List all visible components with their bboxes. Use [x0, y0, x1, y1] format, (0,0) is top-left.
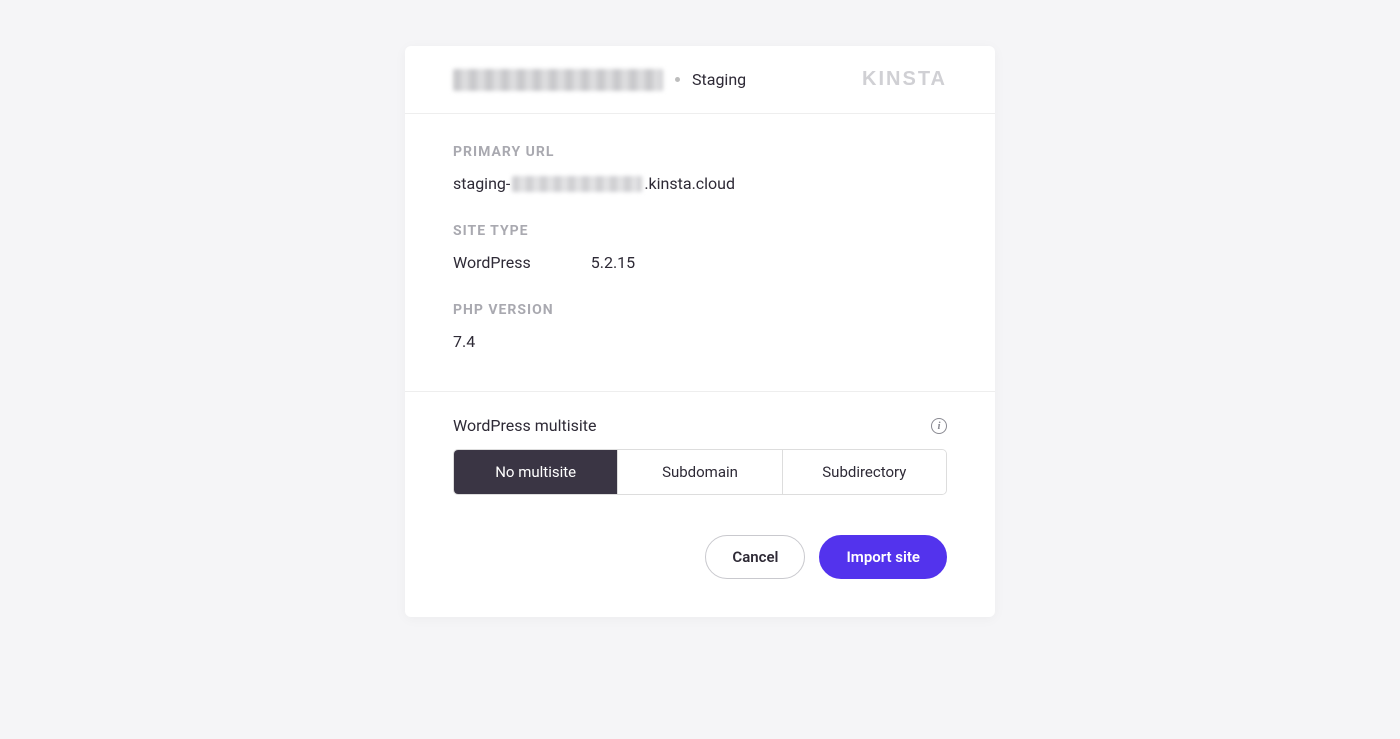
url-prefix: staging-	[453, 174, 510, 193]
primary-url-value: staging- .kinsta.cloud	[453, 174, 947, 193]
info-icon[interactable]: i	[931, 418, 947, 434]
segment-no-multisite[interactable]: No multisite	[454, 450, 617, 494]
card-footer: Cancel Import site	[405, 523, 995, 617]
multisite-label: WordPress multisite	[453, 416, 596, 435]
site-type-label: SITE TYPE	[453, 223, 947, 239]
kinsta-logo: KINSTA	[862, 68, 947, 91]
header-left: Staging	[453, 69, 746, 91]
segment-subdirectory[interactable]: Subdirectory	[782, 450, 946, 494]
separator-dot-icon	[675, 77, 680, 82]
card-body: PRIMARY URL staging- .kinsta.cloud SITE …	[405, 114, 995, 392]
card-header: Staging KINSTA	[405, 46, 995, 114]
site-type-version: 5.2.15	[591, 253, 635, 272]
site-type-row: WordPress 5.2.15	[453, 253, 947, 272]
php-version-label: PHP VERSION	[453, 302, 947, 318]
php-version-value: 7.4	[453, 332, 947, 351]
environment-label: Staging	[692, 70, 746, 89]
url-suffix: .kinsta.cloud	[644, 174, 735, 193]
multisite-segmented-control: No multisite Subdomain Subdirectory	[453, 449, 947, 495]
cancel-button[interactable]: Cancel	[705, 535, 805, 579]
segment-subdomain[interactable]: Subdomain	[617, 450, 781, 494]
multisite-header: WordPress multisite i	[453, 416, 947, 435]
primary-url-label: PRIMARY URL	[453, 144, 947, 160]
site-name-redacted	[453, 69, 663, 91]
import-site-card: Staging KINSTA PRIMARY URL staging- .kin…	[405, 46, 995, 617]
site-type-name: WordPress	[453, 253, 531, 272]
url-redacted-segment	[512, 176, 642, 192]
multisite-section: WordPress multisite i No multisite Subdo…	[405, 392, 995, 523]
import-site-button[interactable]: Import site	[819, 535, 947, 579]
